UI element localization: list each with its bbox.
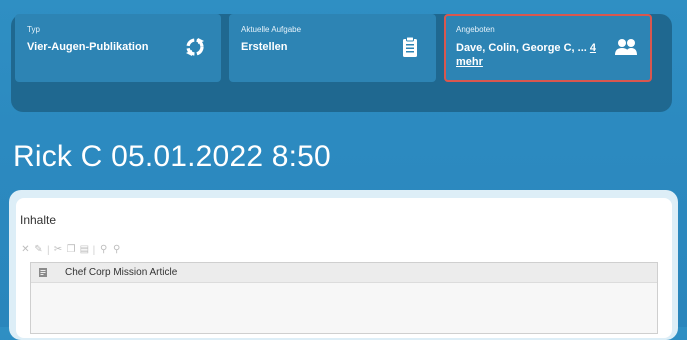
refresh-icon bbox=[186, 38, 204, 56]
remove-icon[interactable]: ✕ bbox=[21, 245, 30, 255]
unassign-icon[interactable]: ⚲ bbox=[112, 245, 121, 255]
type-card: Typ Vier-Augen-Publikation bbox=[15, 14, 221, 82]
type-label: Typ bbox=[27, 25, 40, 34]
paste-icon[interactable]: ▤ bbox=[80, 245, 89, 255]
page-title: Rick C 05.01.2022 8:50 bbox=[13, 140, 331, 173]
clipboard-icon bbox=[403, 36, 417, 57]
list-item-label: Chef Corp Mission Article bbox=[65, 267, 178, 278]
contents-toolbar: ✕ ✎ | ✂ ❐ ▤ | ⚲ ⚲ bbox=[21, 244, 121, 256]
toolbar-divider: | bbox=[92, 244, 96, 256]
contents-section-label: Inhalte bbox=[20, 213, 57, 227]
cut-icon[interactable]: ✂ bbox=[54, 245, 63, 255]
edit-icon[interactable]: ✎ bbox=[34, 245, 43, 255]
offered-to-label: Angeboten bbox=[456, 25, 495, 34]
offered-to-names: Dave, Colin, George C, ... bbox=[456, 42, 587, 54]
current-task-label: Aktuelle Aufgabe bbox=[241, 25, 302, 34]
current-task-card: Aktuelle Aufgabe Erstellen bbox=[229, 14, 436, 82]
users-icon bbox=[615, 39, 637, 55]
copy-icon[interactable]: ❐ bbox=[67, 245, 76, 255]
document-icon bbox=[39, 268, 47, 277]
offered-to-card: Angeboten Dave, Colin, George C, ... 4 m… bbox=[444, 14, 652, 82]
assign-icon[interactable]: ⚲ bbox=[99, 245, 108, 255]
contents-list: Chef Corp Mission Article bbox=[30, 262, 658, 334]
current-task-value: Erstellen bbox=[241, 41, 288, 53]
type-value: Vier-Augen-Publikation bbox=[27, 41, 149, 53]
offered-to-value: Dave, Colin, George C, ... 4 mehr bbox=[456, 41, 616, 69]
toolbar-divider: | bbox=[47, 244, 50, 256]
list-item[interactable]: Chef Corp Mission Article bbox=[31, 263, 657, 283]
